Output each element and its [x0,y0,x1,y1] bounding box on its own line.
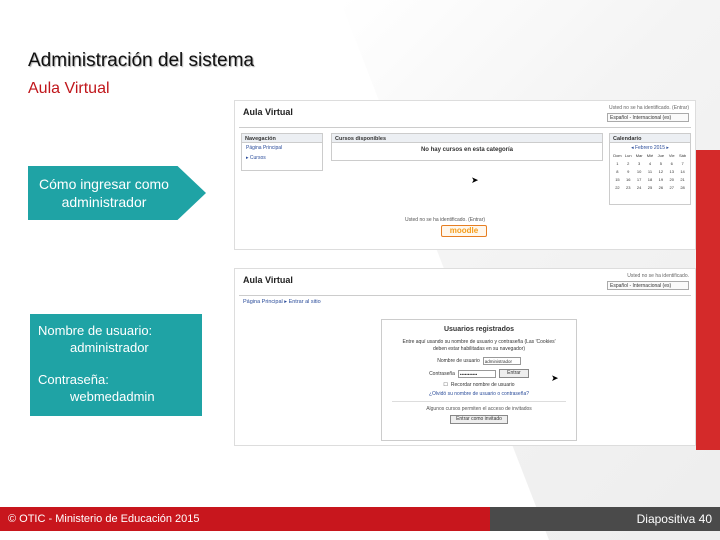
calendar-weekday: Sáb [679,153,687,158]
calendar-title: Calendario [610,134,690,143]
calendar-day[interactable]: 22 [612,185,623,190]
login-button[interactable]: Entrar [498,369,529,378]
calendar-day[interactable]: 24 [634,185,645,190]
password-field[interactable]: ••••••••••• [457,369,496,378]
checkbox-icon[interactable]: ☐ [443,382,447,388]
calendar-weekday: Lun [624,153,632,158]
calendar-weekday: Vie [668,153,675,158]
language-select[interactable]: Español - Internacional (es) [607,113,689,122]
username-field[interactable]: administrador [482,357,521,365]
nav-home-link[interactable]: Página Principal [242,143,322,153]
username-value: administrador [70,340,149,355]
breadcrumb[interactable]: Página Principal ▸ Entrar al sitio [243,299,321,305]
calendar-day[interactable]: 4 [645,161,656,166]
login-instructions: Entre aquí usando su nombre de usuario y… [402,339,556,352]
calendar-weekday: Mar [635,153,643,158]
moodle-logo: moodle [441,225,487,237]
slide-subtitle: Aula Virtual [28,80,110,97]
no-courses-message: No hay cursos en esta categoría [420,147,514,153]
calendar-day[interactable]: 6 [666,161,677,166]
language-select[interactable]: Español - Internacional (es) [607,281,689,290]
screenshot-home: Aula Virtual Usted no se ha identificado… [234,100,696,250]
calendar-day[interactable]: 21 [677,177,688,182]
calendar-weekday: Mié [646,153,654,158]
calendar-day[interactable]: 28 [677,185,688,190]
calendar-day[interactable]: 27 [666,185,677,190]
password-value: webmedadmin [70,389,155,404]
calendar-grid: Dom Lun Mar Mié Jue Vie Sáb 1 2 3 4 5 6 7 8 9 10 11 12 13 14… [610,153,690,190]
password-label: Contraseña: [38,372,109,387]
username-field-label: Nombre de usuario [437,358,480,364]
guest-access-text: Algunos cursos permiten el acceso de inv… [426,406,532,412]
calendar-day[interactable]: 18 [645,177,656,182]
callout-arrow: Cómo ingresar como administrador [28,166,206,220]
slide-number: Diapositiva 40 [490,507,720,531]
login-status: Usted no se ha identificado. [627,273,689,279]
footer-login-status[interactable]: Usted no se ha identificado. (Entrar) [405,217,485,223]
calendar-day[interactable]: 14 [677,169,688,174]
login-panel-title: Usuarios registrados [443,326,515,333]
calendar-day[interactable]: 5 [655,161,666,166]
remember-username-label: Recordar nombre de usuario [450,382,515,388]
calendar-day[interactable]: 25 [645,185,656,190]
guest-login-button[interactable]: Entrar como invitado [450,415,508,424]
calendar-day[interactable]: 15 [612,177,623,182]
login-status[interactable]: Usted no se ha identificado. (Entrar) [609,105,689,111]
calendar-day[interactable]: 19 [655,177,666,182]
calendar-day[interactable]: 1 [612,161,623,166]
calendar-month[interactable]: ◂ Febrero 2015 ▸ [610,143,690,153]
courses-title: Cursos disponibles [332,134,602,143]
footer-copyright: © OTIC - Ministerio de Educación 2015 [0,507,490,531]
password-field-label: Contraseña [429,370,455,377]
calendar-day[interactable]: 17 [634,177,645,182]
calendar-day[interactable]: 9 [623,169,634,174]
calendar-day[interactable]: 23 [623,185,634,190]
footer-bar: © OTIC - Ministerio de Educación 2015 Di… [0,507,720,531]
slide-title: Administración del sistema [28,50,254,71]
mouse-cursor-icon: ➤ [471,175,479,185]
login-panel: Usuarios registrados Entre aquí usando s… [381,319,577,441]
credentials-box: Nombre de usuario: administrador Contras… [30,314,202,416]
navigation-title: Navegación [242,134,322,143]
calendar-day[interactable]: 20 [666,177,677,182]
mouse-cursor-icon: ➤ [551,373,559,383]
navigation-block: Navegación Página Principal ▸ Cursos [241,133,323,171]
nav-courses-link[interactable]: ▸ Cursos [242,153,322,163]
side-accent [696,150,720,450]
calendar-weekday: Dom [613,153,622,158]
calendar-day[interactable]: 2 [623,161,634,166]
calendar-day[interactable]: 11 [645,169,656,174]
site-logo[interactable]: Aula Virtual [243,107,293,117]
forgot-password-link[interactable]: ¿Olvidó su nombre de usuario o contraseñ… [382,391,576,397]
calendar-block: Calendario ◂ Febrero 2015 ▸ Dom Lun Mar Mié… [609,133,691,205]
site-logo[interactable]: Aula Virtual [243,275,293,285]
calendar-day[interactable]: 8 [612,169,623,174]
courses-block: Cursos disponibles No hay cursos en esta… [331,133,603,161]
calendar-day[interactable]: 26 [655,185,666,190]
calendar-day[interactable]: 16 [623,177,634,182]
calendar-weekday: Jue [657,153,665,158]
screenshot-login: Aula Virtual Usted no se ha identificado… [234,268,696,446]
username-label: Nombre de usuario: [38,323,153,338]
calendar-day[interactable]: 10 [634,169,645,174]
calendar-day[interactable]: 13 [666,169,677,174]
calendar-day[interactable]: 3 [634,161,645,166]
calendar-day[interactable]: 7 [677,161,688,166]
calendar-day[interactable]: 12 [655,169,666,174]
